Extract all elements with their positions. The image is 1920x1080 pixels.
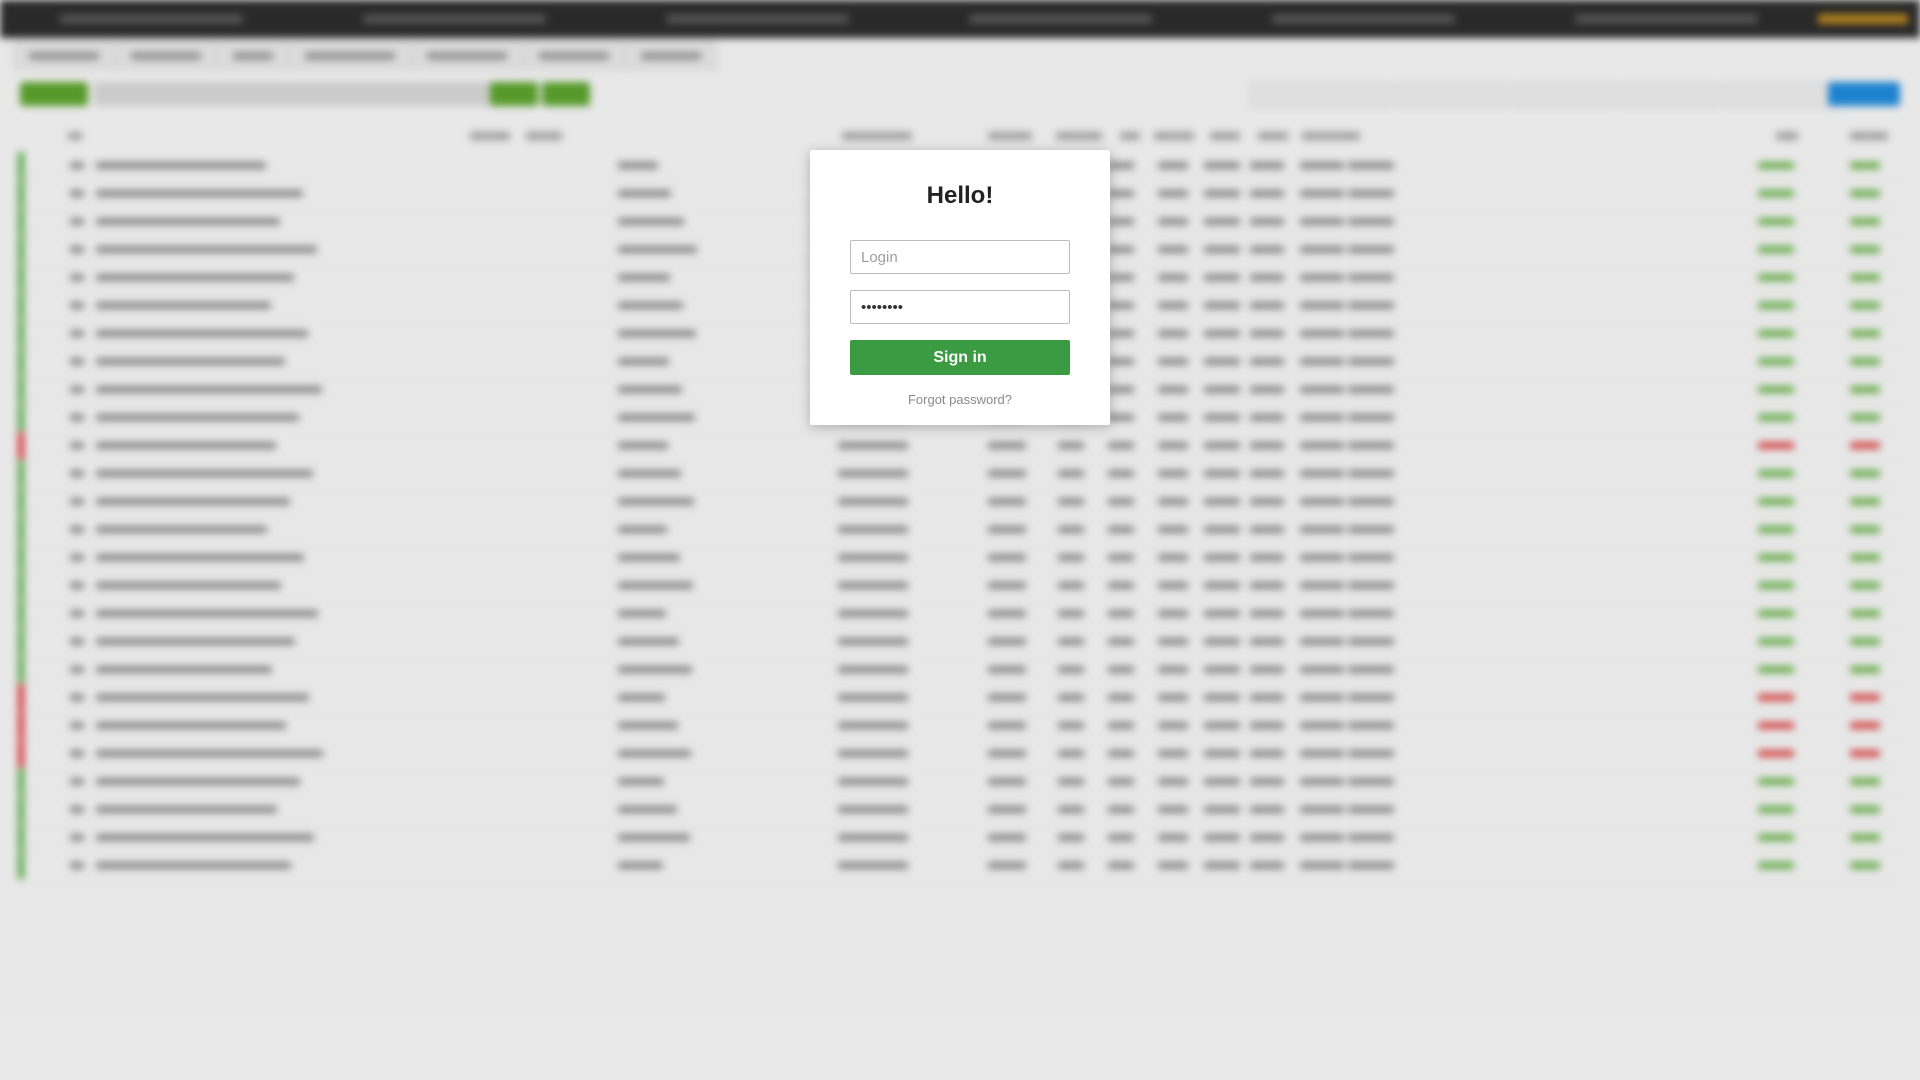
login-title: Hello! bbox=[926, 182, 994, 209]
forgot-password-link[interactable]: Forgot password? bbox=[810, 392, 1110, 407]
login-input[interactable] bbox=[850, 240, 1070, 274]
sign-in-button[interactable]: Sign in bbox=[850, 340, 1070, 375]
login-modal: Hello! Sign in Forgot password? bbox=[810, 150, 1110, 425]
password-input[interactable] bbox=[850, 290, 1070, 324]
